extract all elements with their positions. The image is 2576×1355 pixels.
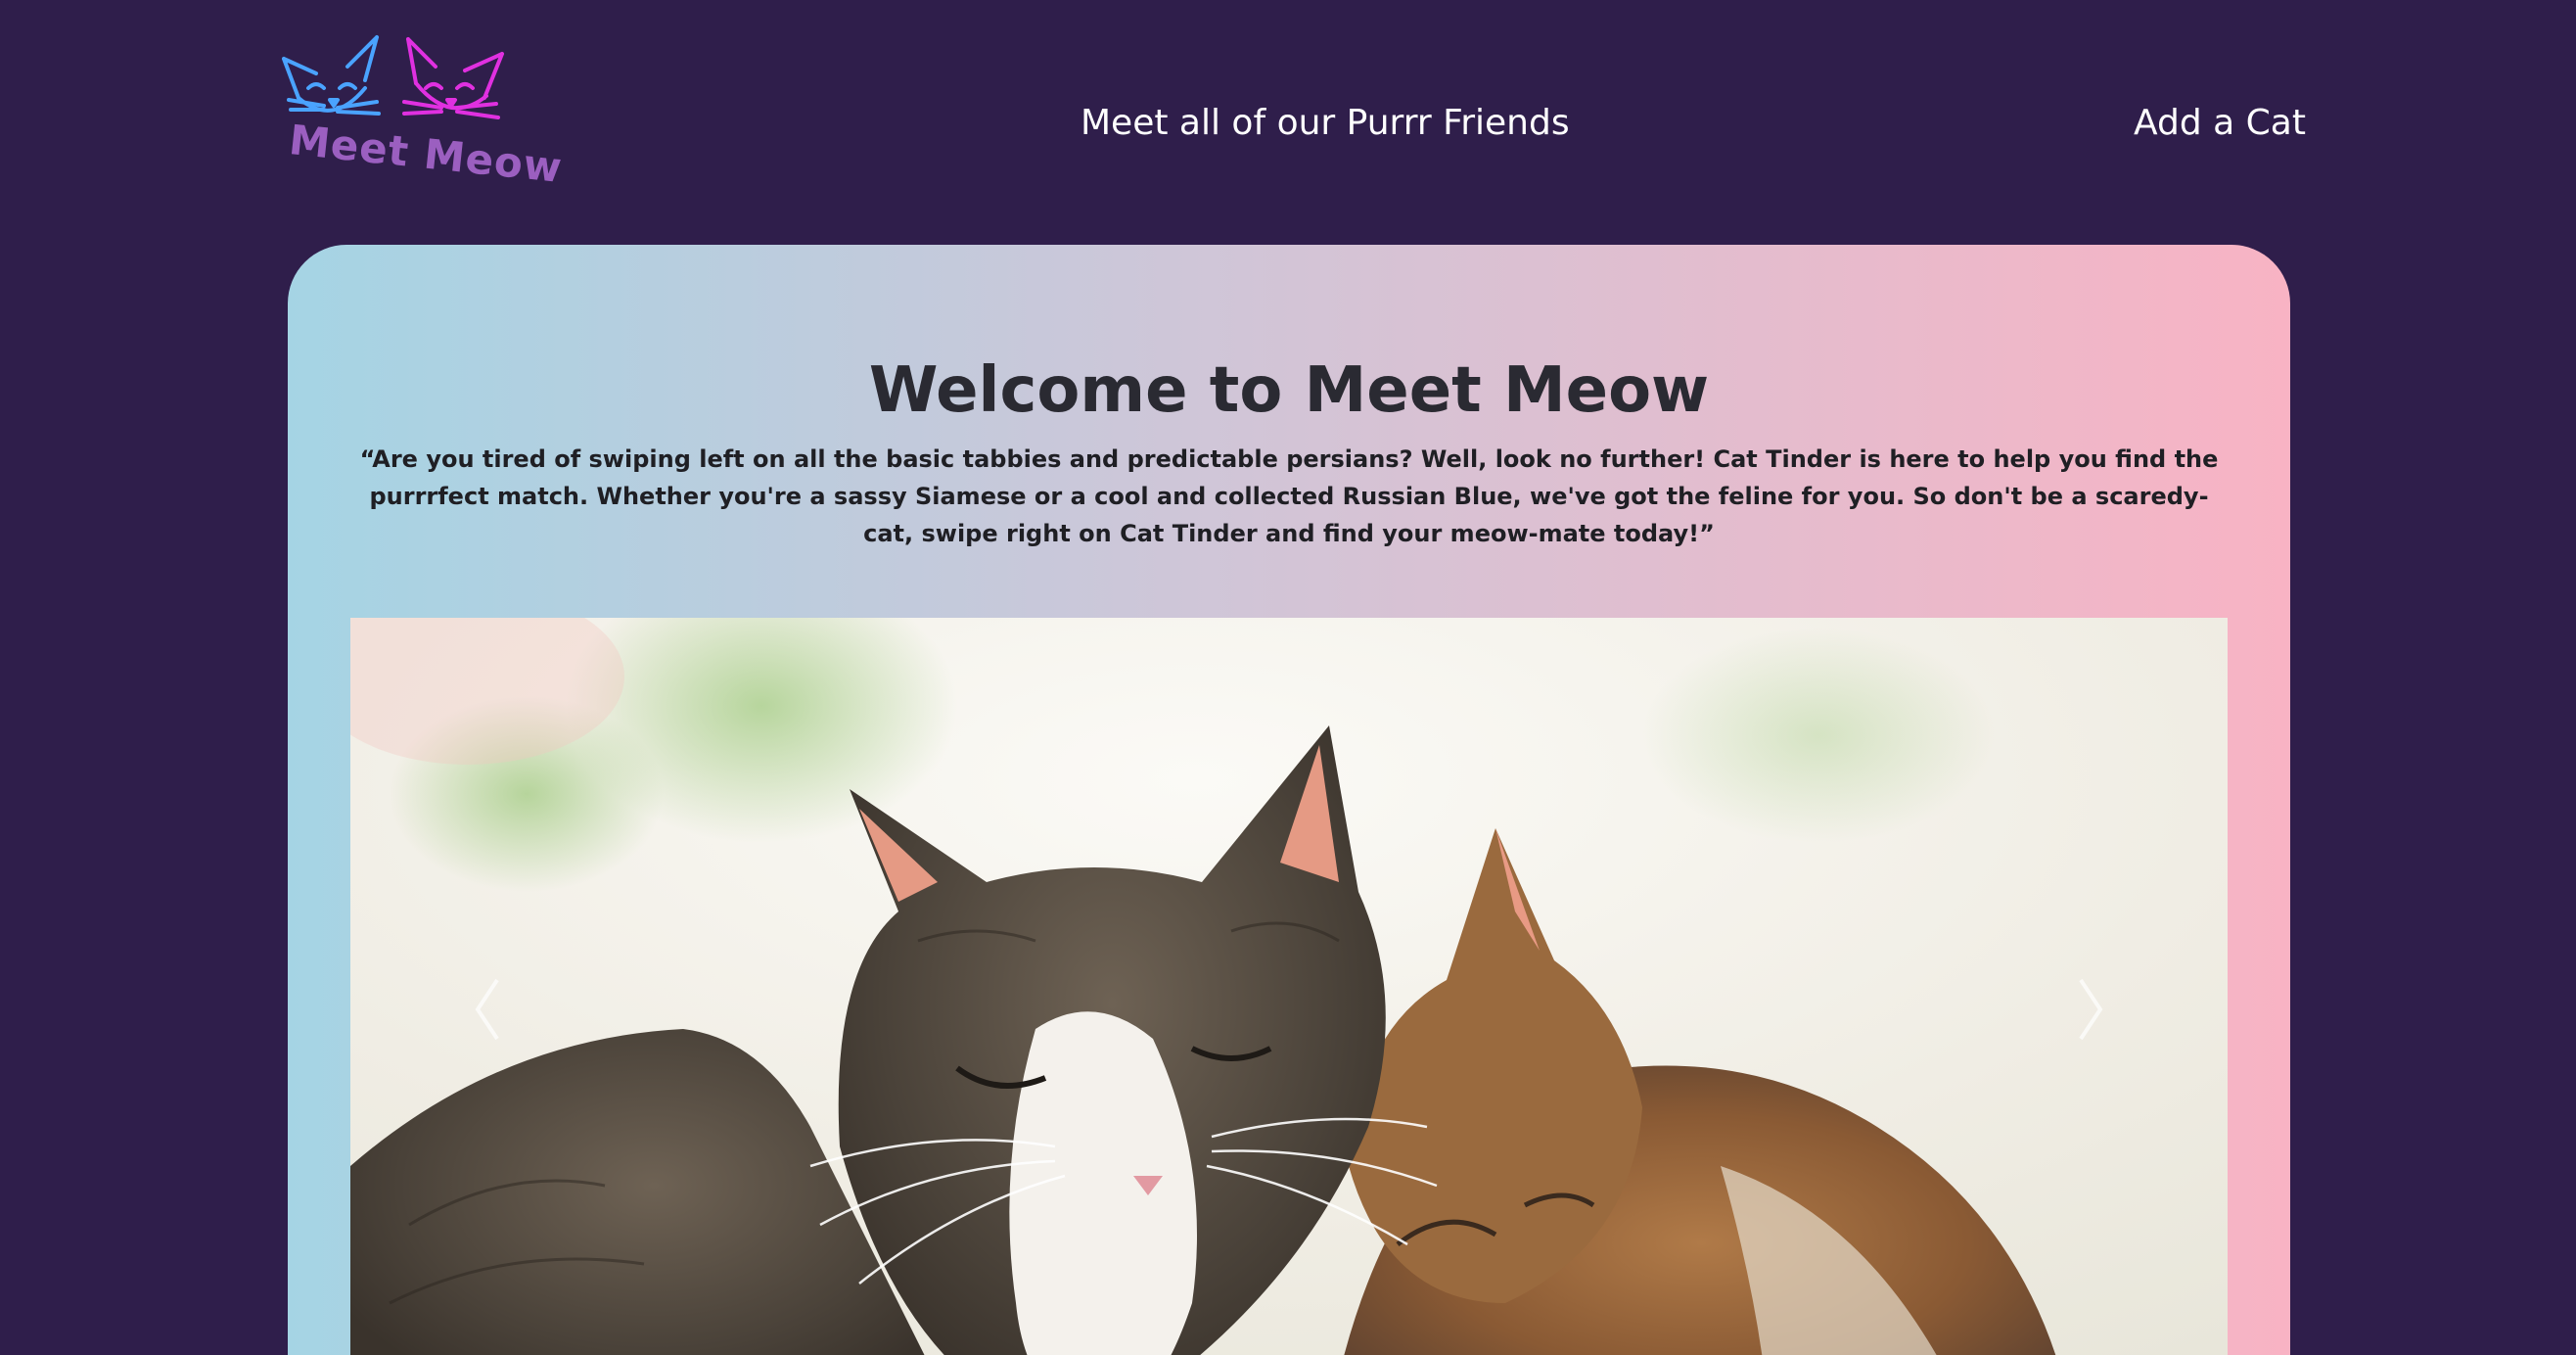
navbar: Meet Meow Meet all of our Purrr Friends … — [0, 0, 2576, 245]
chevron-left-icon — [475, 978, 499, 1041]
cat-carousel[interactable] — [350, 618, 2228, 1355]
carousel-slide-image — [350, 618, 2228, 1355]
carousel-next-button[interactable] — [2051, 951, 2130, 1068]
page: Meet Meow Meet all of our Purrr Friends … — [0, 0, 2576, 1355]
chevron-right-icon — [2079, 978, 2103, 1041]
nav-link-add-cat[interactable]: Add a Cat — [2134, 103, 2306, 143]
logo-link[interactable]: Meet Meow — [279, 29, 565, 192]
hero-card: Welcome to Meet Meow “Are you tired of s… — [288, 245, 2290, 1355]
nav-link-friends[interactable]: Meet all of our Purrr Friends — [1081, 103, 1570, 143]
carousel-prev-button[interactable] — [448, 951, 527, 1068]
hero-quote: “Are you tired of swiping left on all th… — [359, 445, 2219, 547]
hero-title: Welcome to Meet Meow — [868, 354, 1710, 427]
